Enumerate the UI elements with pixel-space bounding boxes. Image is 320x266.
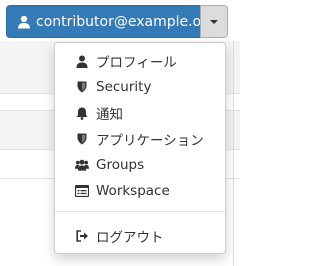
shield-icon (75, 132, 89, 146)
menu-item-label: Security (96, 79, 152, 95)
menu-item-label: アプリケーション (96, 133, 204, 149)
users-icon (75, 158, 89, 172)
menu-item-profile[interactable]: プロフィール (55, 49, 225, 73)
user-icon (17, 15, 31, 29)
shield-icon (75, 80, 89, 94)
dropdown-toggle-button[interactable] (200, 5, 228, 38)
panel-border (233, 41, 234, 266)
menu-item-label: プロフィール (96, 55, 177, 71)
logout-icon (75, 229, 89, 243)
user-icon (75, 54, 89, 68)
menu-item-label: ログアウト (96, 230, 164, 246)
user-email-label: contributor@example.org (36, 13, 216, 30)
menu-item-security[interactable]: Security (55, 75, 225, 99)
menu-divider (55, 211, 225, 212)
user-dropdown-menu: プロフィール Security 通知 アプリケーション Groups Works… (54, 42, 226, 254)
workspace-icon (75, 184, 89, 198)
bell-icon (75, 106, 89, 120)
menu-item-notifications[interactable]: 通知 (55, 101, 225, 125)
user-menu-button[interactable]: contributor@example.org (6, 5, 216, 38)
menu-item-label: Workspace (96, 183, 170, 199)
menu-item-logout[interactable]: ログアウト (55, 224, 225, 248)
menu-item-groups[interactable]: Groups (55, 153, 225, 177)
menu-item-label: Groups (96, 157, 145, 173)
menu-item-label: 通知 (96, 107, 123, 123)
menu-item-applications[interactable]: アプリケーション (55, 127, 225, 151)
menu-item-workspace[interactable]: Workspace (55, 179, 225, 203)
caret-down-icon (210, 19, 218, 24)
